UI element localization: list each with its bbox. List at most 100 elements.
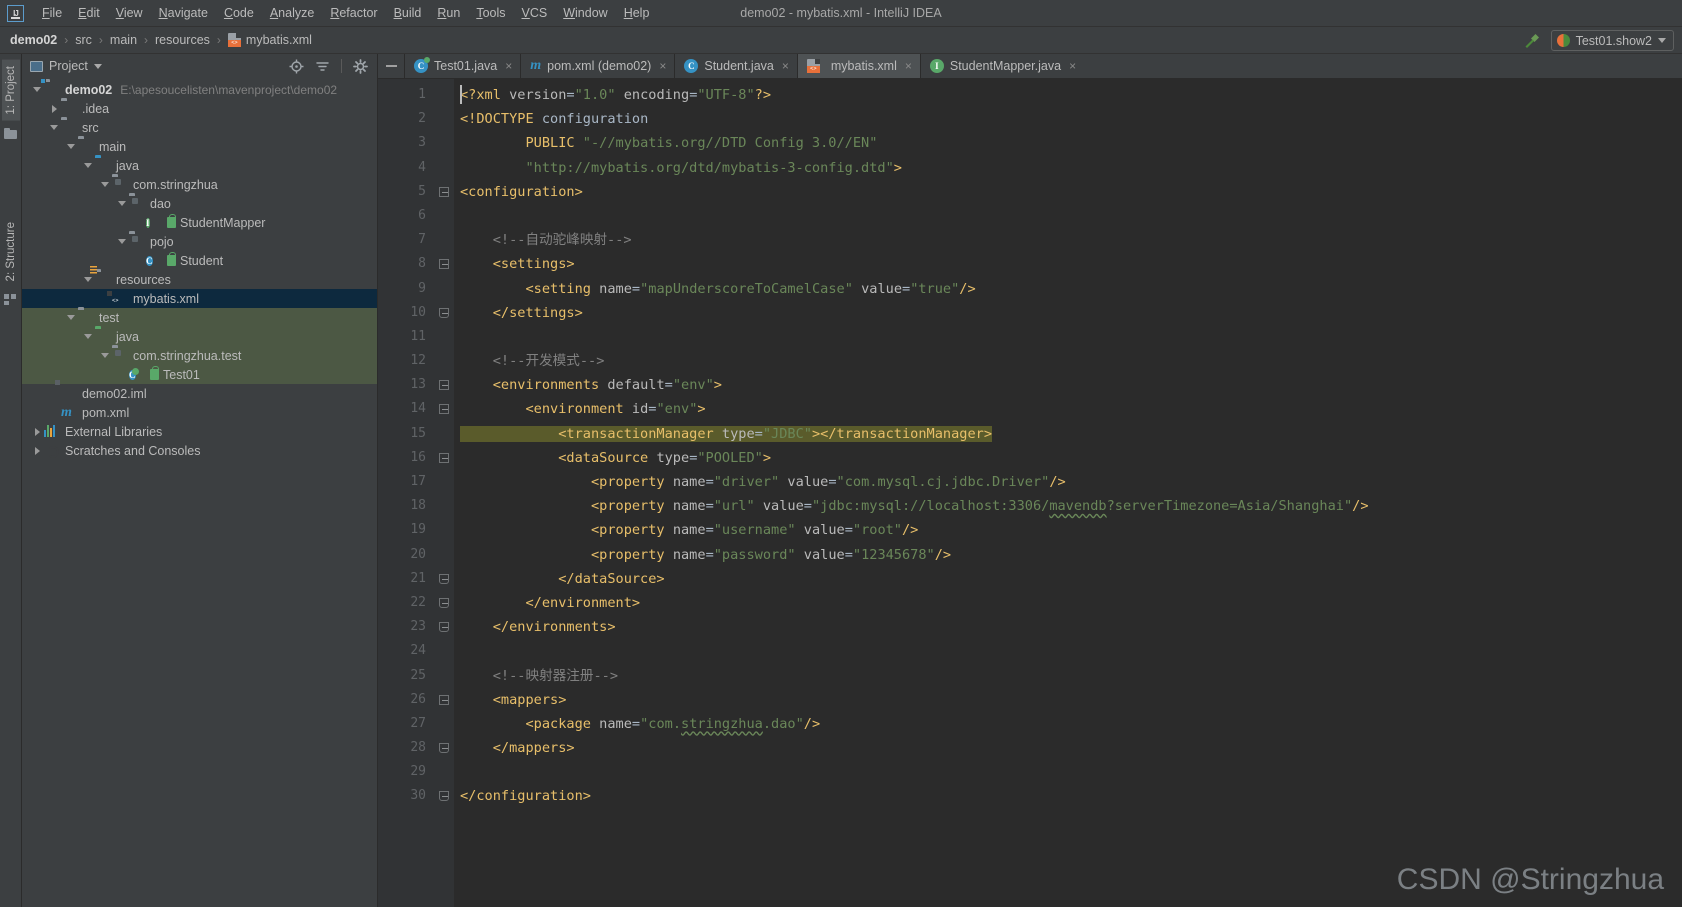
fold-end-icon[interactable] xyxy=(436,591,454,615)
tree-item-external-libraries[interactable]: External Libraries xyxy=(22,422,377,441)
menu-item-tools[interactable]: Tools xyxy=(468,3,513,23)
tree-item-demo02[interactable]: demo02 E:\apesoucelisten\mavenproject\dem… xyxy=(22,78,377,99)
tree-item-demo02-iml[interactable]: demo02.iml xyxy=(22,384,377,403)
code-line[interactable]: <environment id="env"> xyxy=(454,397,1682,421)
code-line[interactable]: "http://mybatis.org/dtd/mybatis-3-config… xyxy=(454,156,1682,180)
fold-collapse-icon[interactable] xyxy=(436,180,454,204)
chevron-down-icon[interactable] xyxy=(64,315,78,320)
locate-icon[interactable] xyxy=(289,59,304,74)
chevron-down-icon[interactable] xyxy=(30,87,44,92)
code-line[interactable]: <!--开发模式--> xyxy=(454,349,1682,373)
fold-end-icon[interactable] xyxy=(436,736,454,760)
chevron-down-icon[interactable] xyxy=(98,353,112,358)
code-line[interactable]: <!DOCTYPE configuration xyxy=(454,107,1682,131)
tree-item-scratches-and-consoles[interactable]: Scratches and Consoles xyxy=(22,441,377,460)
code-editor[interactable]: 1 2 3 4 5 6 7 8 9 10 11 12 13 14 15 16 17 18 19 20 21 22 23 24 2… xyxy=(378,79,1682,907)
tree-item-com-stringzhua[interactable]: com.stringzhua xyxy=(22,175,377,194)
tree-item-java[interactable]: java xyxy=(22,156,377,175)
code-line[interactable] xyxy=(454,204,1682,228)
code-line[interactable]: </mappers> xyxy=(454,736,1682,760)
run-configuration-selector[interactable]: Test01.show2 xyxy=(1550,30,1674,51)
collapse-all-icon[interactable] xyxy=(315,59,330,74)
chevron-down-icon[interactable] xyxy=(98,182,112,187)
breadcrumb-item-main[interactable]: main xyxy=(110,33,137,47)
tree-item-com-stringzhua-test[interactable]: com.stringzhua.test xyxy=(22,346,377,365)
fold-end-icon[interactable] xyxy=(436,615,454,639)
code-line[interactable]: <?xml version="1.0" encoding="UTF-8"?> xyxy=(454,83,1682,107)
close-icon[interactable]: × xyxy=(659,59,666,73)
chevron-down-icon[interactable] xyxy=(1658,38,1666,43)
menu-item-help[interactable]: Help xyxy=(616,3,658,23)
code-line[interactable]: </dataSource> xyxy=(454,567,1682,591)
fold-collapse-icon[interactable] xyxy=(436,688,454,712)
code-line[interactable] xyxy=(454,760,1682,784)
close-icon[interactable]: × xyxy=(505,59,512,73)
menu-item-analyze[interactable]: Analyze xyxy=(262,3,322,23)
code-line[interactable]: <property name="password" value="1234567… xyxy=(454,543,1682,567)
tree-item-pom-xml[interactable]: m pom.xml xyxy=(22,403,377,422)
tree-item-java[interactable]: java xyxy=(22,327,377,346)
menu-item-refactor[interactable]: Refactor xyxy=(322,3,385,23)
chevron-down-icon[interactable] xyxy=(81,334,95,339)
close-icon[interactable]: × xyxy=(1069,59,1076,73)
menu-item-navigate[interactable]: Navigate xyxy=(151,3,216,23)
code-line[interactable]: <mappers> xyxy=(454,688,1682,712)
code-line[interactable]: </settings> xyxy=(454,301,1682,325)
project-tree[interactable]: demo02 E:\apesoucelisten\mavenproject\dem… xyxy=(22,78,377,907)
tree-item-test[interactable]: test xyxy=(22,308,377,327)
close-icon[interactable]: × xyxy=(905,59,912,73)
fold-end-icon[interactable] xyxy=(436,784,454,808)
tree-item-pojo[interactable]: pojo xyxy=(22,232,377,251)
editor-tab-studentmapper-java[interactable]: I StudentMapper.java × xyxy=(919,54,1084,78)
code-folding-gutter[interactable] xyxy=(436,79,454,907)
code-line[interactable]: <!--自动驼峰映射--> xyxy=(454,228,1682,252)
code-line[interactable]: PUBLIC "-//mybatis.org//DTD Config 3.0//… xyxy=(454,131,1682,155)
tree-item-main[interactable]: main xyxy=(22,137,377,156)
tree-item-src[interactable]: src xyxy=(22,118,377,137)
breadcrumb-item-src[interactable]: src xyxy=(75,33,92,47)
gear-icon[interactable] xyxy=(353,58,368,74)
editor-tab-test01-java[interactable]: Test01.java × xyxy=(404,54,520,78)
code-line[interactable]: <property name="url" value="jdbc:mysql:/… xyxy=(454,494,1682,518)
chevron-right-icon[interactable] xyxy=(47,104,61,113)
tree-item-student[interactable]: C Student xyxy=(22,251,377,270)
chevron-down-icon[interactable] xyxy=(64,144,78,149)
menu-item-run[interactable]: Run xyxy=(429,3,468,23)
tree-item-mybatis-xml[interactable]: mybatis.xml xyxy=(22,289,377,308)
code-line[interactable]: </environment> xyxy=(454,591,1682,615)
code-content[interactable]: <?xml version="1.0" encoding="UTF-8"?> <!… xyxy=(454,79,1682,907)
menu-item-file[interactable]: File xyxy=(34,3,70,23)
editor-tab-mybatis-xml[interactable]: mybatis.xml × xyxy=(796,54,920,78)
chevron-right-icon[interactable] xyxy=(30,427,44,436)
chevron-down-icon[interactable] xyxy=(47,125,61,130)
menu-item-code[interactable]: Code xyxy=(216,3,262,23)
chevron-down-icon[interactable] xyxy=(115,201,129,206)
code-line[interactable]: <property name="driver" value="com.mysql… xyxy=(454,470,1682,494)
code-line[interactable] xyxy=(454,639,1682,663)
code-line[interactable]: </configuration> xyxy=(454,784,1682,808)
tree-item-studentmapper[interactable]: I StudentMapper xyxy=(22,213,377,232)
close-icon[interactable]: × xyxy=(782,59,789,73)
fold-collapse-icon[interactable] xyxy=(436,397,454,421)
fold-collapse-icon[interactable] xyxy=(436,252,454,276)
hammer-icon[interactable] xyxy=(1522,31,1542,51)
fold-collapse-icon[interactable] xyxy=(436,373,454,397)
breadcrumb-item-resources[interactable]: resources xyxy=(155,33,210,47)
code-line[interactable]: <settings> xyxy=(454,252,1682,276)
tree-item-dao[interactable]: dao xyxy=(22,194,377,213)
tree-item-resources[interactable]: resources xyxy=(22,266,377,289)
tree-item-test01[interactable]: C Test01 xyxy=(22,365,377,384)
fold-collapse-icon[interactable] xyxy=(436,446,454,470)
breadcrumb-item-demo02[interactable]: demo02 xyxy=(10,33,57,47)
editor-tab-student-java[interactable]: C Student.java × xyxy=(674,54,797,78)
code-line[interactable]: <environments default="env"> xyxy=(454,373,1682,397)
rail-tab-project[interactable]: 1: Project xyxy=(1,60,20,121)
menu-item-view[interactable]: View xyxy=(108,3,151,23)
code-line[interactable]: <package name="com.stringzhua.dao"/> xyxy=(454,712,1682,736)
tree-item--idea[interactable]: .idea xyxy=(22,99,377,118)
chevron-down-icon[interactable] xyxy=(81,163,95,168)
minus-icon[interactable] xyxy=(378,54,404,78)
code-line[interactable]: <setting name="mapUnderscoreToCamelCase"… xyxy=(454,277,1682,301)
code-line[interactable]: <!--映射器注册--> xyxy=(454,664,1682,688)
editor-tab-pom-xml--demo02-[interactable]: m pom.xml (demo02) × xyxy=(520,54,674,78)
